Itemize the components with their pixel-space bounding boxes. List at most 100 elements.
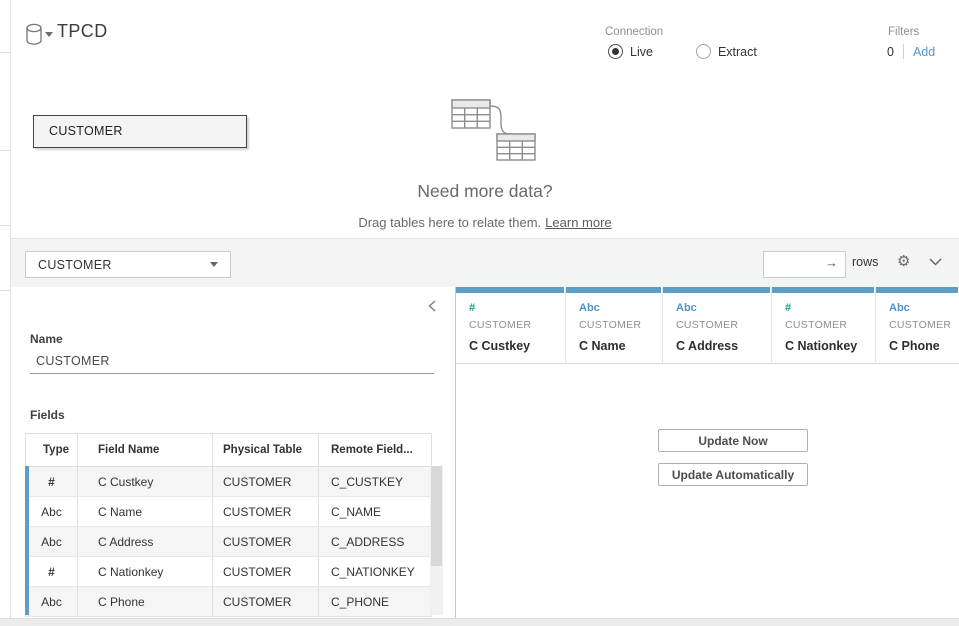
filters-row: 0 Add xyxy=(887,44,935,59)
rows-limit-box: → xyxy=(763,251,846,278)
connection-radio-group: Live Extract xyxy=(608,44,757,59)
column-type-icon: Abc xyxy=(579,302,662,315)
filters-divider xyxy=(903,44,904,59)
tableau-data-source-page: TPCD Connection Live Extract Filters 0 A… xyxy=(0,0,959,626)
page-title: TPCD xyxy=(57,21,108,42)
grid-column-header[interactable]: Abc CUSTOMER C Phone xyxy=(876,287,959,364)
relationship-canvas: TPCD Connection Live Extract Filters 0 A… xyxy=(11,0,959,238)
column-accent-bar xyxy=(772,287,874,293)
rows-label: rows xyxy=(852,255,878,269)
column-accent-bar xyxy=(663,287,770,293)
field-type-icon: Abc xyxy=(26,527,78,556)
add-filter-link[interactable]: Add xyxy=(913,45,935,59)
col-header-type[interactable]: Type xyxy=(26,434,78,466)
fields-table-scrollbar[interactable] xyxy=(430,466,443,615)
name-input[interactable]: CUSTOMER xyxy=(36,354,110,368)
column-field-name: C Phone xyxy=(889,339,959,353)
col-header-field-name[interactable]: Field Name xyxy=(78,434,213,466)
field-type-icon: # xyxy=(26,467,78,496)
database-caret-icon[interactable] xyxy=(45,32,53,37)
table-row[interactable]: Abc C Address CUSTOMER C_ADDRESS xyxy=(26,527,431,557)
data-grid-header: # CUSTOMER C Custkey Abc CUSTOMER C Name… xyxy=(456,287,959,364)
update-now-button[interactable]: Update Now xyxy=(658,429,808,452)
pane-tick xyxy=(0,150,10,151)
column-type-icon: # xyxy=(785,302,875,315)
remote-field-cell: C_ADDRESS xyxy=(319,527,431,556)
physical-table-cell: CUSTOMER xyxy=(213,527,319,556)
table-row[interactable]: # C Custkey CUSTOMER C_CUSTKEY xyxy=(26,467,431,497)
column-type-icon: Abc xyxy=(889,302,959,315)
arrow-right-icon[interactable]: → xyxy=(825,255,838,270)
settings-gear-icon[interactable]: ⚙ xyxy=(897,252,910,270)
column-table-name: CUSTOMER xyxy=(785,319,875,331)
column-table-name: CUSTOMER xyxy=(676,319,771,331)
field-name-cell: C Custkey xyxy=(78,467,213,496)
field-type-icon: Abc xyxy=(26,497,78,526)
field-name-cell: C Phone xyxy=(78,587,213,616)
radio-extract[interactable] xyxy=(696,44,711,59)
remote-field-cell: C_NAME xyxy=(319,497,431,526)
grid-column-header[interactable]: # CUSTOMER C Nationkey xyxy=(772,287,876,364)
field-name-cell: C Name xyxy=(78,497,213,526)
learn-more-link[interactable]: Learn more xyxy=(545,215,611,230)
grid-options-chevron-icon[interactable] xyxy=(929,258,942,266)
column-table-name: CUSTOMER xyxy=(469,319,565,331)
empty-state-title: Need more data? xyxy=(11,181,959,202)
table-row[interactable]: Abc C Phone CUSTOMER C_PHONE xyxy=(26,587,431,617)
fields-table: Type Field Name Physical Table Remote Fi… xyxy=(25,433,432,617)
column-type-icon: Abc xyxy=(676,302,771,315)
physical-table-cell: CUSTOMER xyxy=(213,557,319,586)
pane-tick xyxy=(0,225,10,226)
column-field-name: C Address xyxy=(676,339,771,353)
column-table-name: CUSTOMER xyxy=(889,319,959,331)
pane-tick xyxy=(0,290,10,291)
column-accent-bar xyxy=(566,287,661,293)
table-row[interactable]: Abc C Name CUSTOMER C_NAME xyxy=(26,497,431,527)
table-selector-value: CUSTOMER xyxy=(26,258,210,272)
column-accent-bar xyxy=(876,287,958,293)
horizontal-scrollbar[interactable] xyxy=(0,618,959,626)
field-type-icon: Abc xyxy=(26,587,78,616)
field-type-icon: # xyxy=(26,557,78,586)
filters-count: 0 xyxy=(887,45,894,59)
customer-table-chip[interactable]: CUSTOMER xyxy=(33,115,247,148)
filters-label: Filters xyxy=(888,26,919,38)
table-row[interactable]: # C Nationkey CUSTOMER C_NATIONKEY xyxy=(26,557,431,587)
column-field-name: C Name xyxy=(579,339,662,353)
radio-live[interactable] xyxy=(608,44,623,59)
field-name-cell: C Address xyxy=(78,527,213,556)
database-icon[interactable] xyxy=(25,23,43,46)
column-accent-bar xyxy=(456,287,564,293)
column-field-name: C Nationkey xyxy=(785,339,875,353)
column-table-name: CUSTOMER xyxy=(579,319,662,331)
grid-column-header[interactable]: Abc CUSTOMER C Address xyxy=(663,287,772,364)
column-field-name: C Custkey xyxy=(469,339,565,353)
radio-live-label[interactable]: Live xyxy=(630,45,653,59)
empty-state-subtitle-text: Drag tables here to relate them. xyxy=(358,215,541,230)
connection-label: Connection xyxy=(605,26,663,38)
remote-field-cell: C_NATIONKEY xyxy=(319,557,431,586)
empty-state-subtitle: Drag tables here to relate them. Learn mo… xyxy=(11,215,959,230)
physical-table-cell: CUSTOMER xyxy=(213,587,319,616)
fields-table-header: Type Field Name Physical Table Remote Fi… xyxy=(26,434,431,467)
pane-tick xyxy=(0,52,10,53)
collapse-panel-chevron-icon[interactable] xyxy=(428,300,436,312)
radio-extract-label[interactable]: Extract xyxy=(718,45,757,59)
scrollbar-thumb[interactable] xyxy=(431,466,442,566)
column-type-icon: # xyxy=(469,302,565,315)
table-selector-dropdown[interactable]: CUSTOMER xyxy=(25,251,231,278)
grid-column-header[interactable]: Abc CUSTOMER C Name xyxy=(566,287,663,364)
dropdown-caret-icon xyxy=(210,262,218,267)
grid-toolbar: CUSTOMER → rows ⚙ xyxy=(11,238,959,288)
table-selection-accent-bar xyxy=(25,466,29,615)
metadata-panel: Name CUSTOMER Fields Type Field Name Phy… xyxy=(11,287,455,618)
grid-column-header[interactable]: # CUSTOMER C Custkey xyxy=(456,287,566,364)
col-header-physical-table[interactable]: Physical Table xyxy=(213,434,319,466)
name-input-underline xyxy=(30,373,434,374)
col-header-remote-field[interactable]: Remote Field... xyxy=(319,434,431,466)
rows-limit-input[interactable] xyxy=(768,254,826,275)
physical-table-cell: CUSTOMER xyxy=(213,497,319,526)
name-label: Name xyxy=(30,332,63,346)
update-automatically-button[interactable]: Update Automatically xyxy=(658,463,808,486)
related-tables-icon xyxy=(437,96,537,166)
